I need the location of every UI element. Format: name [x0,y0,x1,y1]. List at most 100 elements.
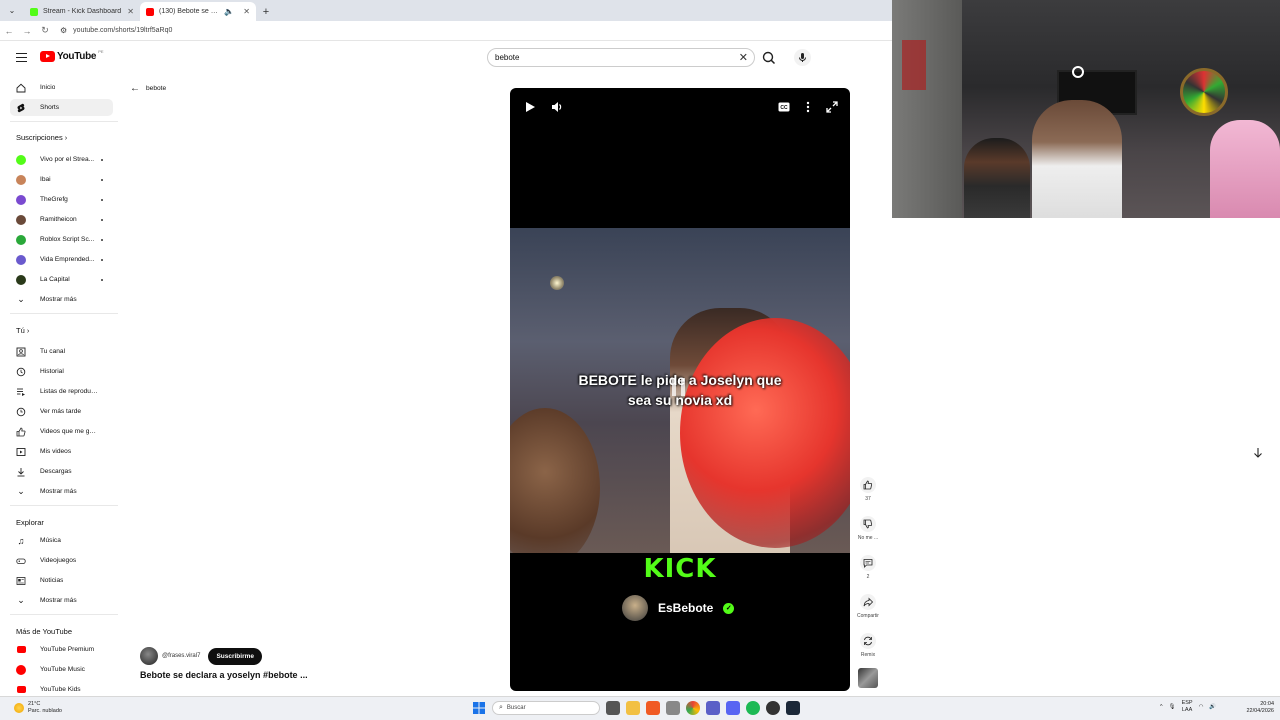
webcam-gaming-chair [1210,120,1280,218]
back-arrow-icon[interactable]: ← [0,26,18,36]
menu-icon[interactable] [16,53,27,62]
sidebar-item-sub[interactable]: La Capital [10,271,113,288]
subscribe-button[interactable]: Suscribirme [208,647,263,665]
calculator-icon[interactable] [666,701,680,715]
channel-handle[interactable]: @frases.viral7 [162,653,200,659]
you-heading[interactable]: Tú › [16,326,29,335]
weather-widget[interactable]: 21°C Parc. nublado [14,701,62,715]
microphone-icon[interactable] [794,49,811,66]
sidebar-item-youtube-music[interactable]: YouTube Music [10,661,113,678]
kick-logo: KICK [643,554,717,584]
file-explorer-icon[interactable] [626,701,640,715]
forward-arrow-icon[interactable]: → [18,26,36,36]
more-options-icon[interactable] [806,101,810,113]
volume-icon[interactable] [551,101,564,113]
show-more-explore-button[interactable]: ⌄ Mostrar más [10,592,113,609]
site-info-icon[interactable]: ⚙ [60,26,67,35]
sidebar-item-noticias[interactable]: Noticias [10,572,113,589]
task-view-icon[interactable] [606,701,620,715]
search-input[interactable]: bebote ✕ [487,48,755,67]
share-button[interactable]: Compartir [852,594,884,619]
microphone-icon[interactable]: 🎙 [1169,704,1176,710]
spotify-icon[interactable] [746,701,760,715]
webcam-ring-light [1072,66,1084,78]
sidebar-item-label: Ibai [40,176,51,183]
sidebar-item-descargas[interactable]: Descargas [10,463,113,480]
new-tab-button[interactable]: + [256,2,276,21]
windows-start-icon[interactable] [472,701,486,715]
channel-avatar [16,154,26,165]
search-icon[interactable] [760,49,778,67]
like-button[interactable]: 37 [852,477,884,502]
tab-list-button[interactable]: ⌄ [0,0,24,21]
close-tab-icon[interactable]: ✕ [127,7,134,16]
taskbar-clock[interactable]: 20:04 22/04/2026 [1244,701,1274,715]
channel-avatar [16,214,26,225]
sidebar-item-sub[interactable]: Vivo por el Strea... [10,151,113,168]
comments-button[interactable]: 2 [852,555,884,580]
chrome-icon[interactable] [686,701,700,715]
sidebar-item-sub[interactable]: Roblox Script Sc... [10,231,113,248]
sidebar-item-label: Música [40,537,61,544]
channel-avatar[interactable] [140,647,158,665]
teams-icon[interactable] [706,701,720,715]
next-video-arrow-icon[interactable] [1250,445,1266,461]
taskbar-search[interactable]: ⌕ Buscar [492,701,600,715]
webcam-wall [892,0,962,218]
thumbs-up-icon [16,427,26,436]
sidebar-item-label: Noticias [40,577,64,584]
sidebar-item-label: TheGrefg [40,196,68,203]
speaker-icon[interactable]: 🔈 [224,7,234,16]
system-tray: ^ 🎙 ESP LAA ◠ 🔊 [1160,700,1216,714]
remix-button[interactable]: Remix [852,633,884,658]
sidebar-item-sub[interactable]: Ramitheicon [10,211,113,228]
streamer-badge: EsBebote ✓ [622,595,735,621]
dislike-button[interactable]: No me ... [852,516,884,541]
fullscreen-icon[interactable] [826,101,838,113]
wifi-icon[interactable]: ◠ [1199,704,1204,710]
play-icon[interactable] [524,101,536,113]
sidebar-item-label: Mis videos [40,448,72,455]
sidebar-item-inicio[interactable]: Inicio [10,79,113,96]
sidebar-item-musica[interactable]: ♫ Música [10,532,113,549]
sidebar-item-sub[interactable]: Ibai [10,171,113,188]
show-more-label: Mostrar más [40,597,77,604]
chevron-up-icon[interactable]: ^ [1160,704,1163,710]
language-indicator[interactable]: ESP LAA [1182,700,1193,714]
dislike-label: No me ... [857,535,879,541]
sidebar-item-tu-canal[interactable]: Tu canal [10,343,113,360]
sidebar-item-sub[interactable]: TheGrefg [10,191,113,208]
reload-icon[interactable]: ↻ [36,25,54,36]
comment-icon [860,555,876,571]
show-more-you-button[interactable]: ⌄ Mostrar más [10,483,113,500]
steam-icon[interactable] [786,701,800,715]
brave-browser-icon[interactable] [646,701,660,715]
obs-icon[interactable] [766,701,780,715]
youtube-logo[interactable]: YouTube PE [40,49,104,62]
sidebar-item-videos-gustan[interactable]: Videos que me gus... [10,423,113,440]
tab-youtube-short[interactable]: (130) Bebote se declara a y… 🔈 ✕ [140,2,256,21]
close-tab-icon[interactable]: ✕ [243,7,250,16]
clear-search-icon[interactable]: ✕ [739,51,748,64]
sidebar-item-historial[interactable]: Historial [10,363,113,380]
audio-source-thumbnail[interactable] [858,668,878,688]
show-more-subs-button[interactable]: ⌄ Mostrar más [10,291,113,308]
share-icon [860,594,876,610]
sidebar-item-ver-mas-tarde[interactable]: Ver más tarde [10,403,113,420]
subscriptions-heading[interactable]: Suscripciones › [16,133,67,142]
discord-icon[interactable] [726,701,740,715]
back-to-search-link[interactable]: ← bebote [130,83,166,94]
url-field[interactable]: youtube.com/shorts/19ltrf5aRq0 [73,27,172,34]
sidebar-item-sub[interactable]: Vida Emprended... [10,251,113,268]
video-title[interactable]: Bebote se declara a yoselyn #bebote ... [140,670,308,680]
volume-icon[interactable]: 🔊 [1209,704,1216,710]
sidebar-item-label: YouTube Premium [40,646,95,653]
sidebar-item-youtube-premium[interactable]: YouTube Premium [10,641,113,658]
captions-icon[interactable]: CC [778,102,790,112]
tab-kick-dashboard[interactable]: Stream - Kick Dashboard ✕ [24,2,140,21]
sidebar-item-videojuegos[interactable]: Videojuegos [10,552,113,569]
shorts-video-player[interactable]: CC BEBOTE le pide a Joselyn que sea su n… [510,88,850,691]
sidebar-item-listas[interactable]: Listas de reproducc... [10,383,113,400]
sidebar-item-shorts[interactable]: Shorts [10,99,113,116]
sidebar-item-mis-videos[interactable]: Mis videos [10,443,113,460]
